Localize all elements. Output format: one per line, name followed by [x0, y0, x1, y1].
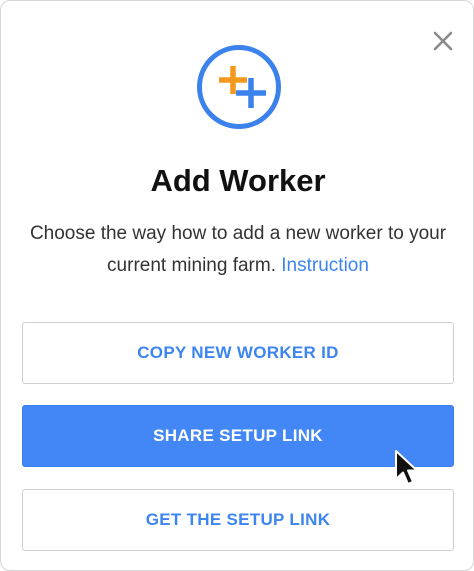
dialog-title: Add Worker	[150, 163, 326, 198]
share-setup-link-button[interactable]: SHARE SETUP LINK	[22, 405, 454, 467]
instruction-link[interactable]: Instruction	[281, 255, 369, 276]
get-setup-link-button[interactable]: GET THE SETUP LINK	[22, 489, 454, 551]
copy-new-worker-id-button[interactable]: COPY NEW WORKER ID	[22, 322, 454, 384]
description-text: Choose the way how to add a new worker t…	[29, 223, 447, 276]
close-icon[interactable]	[431, 29, 455, 53]
add-worker-logo-icon	[197, 45, 281, 129]
dialog-description: Choose the way how to add a new worker t…	[21, 218, 455, 282]
add-worker-dialog: Add Worker Choose the way how to add a n…	[0, 0, 474, 571]
